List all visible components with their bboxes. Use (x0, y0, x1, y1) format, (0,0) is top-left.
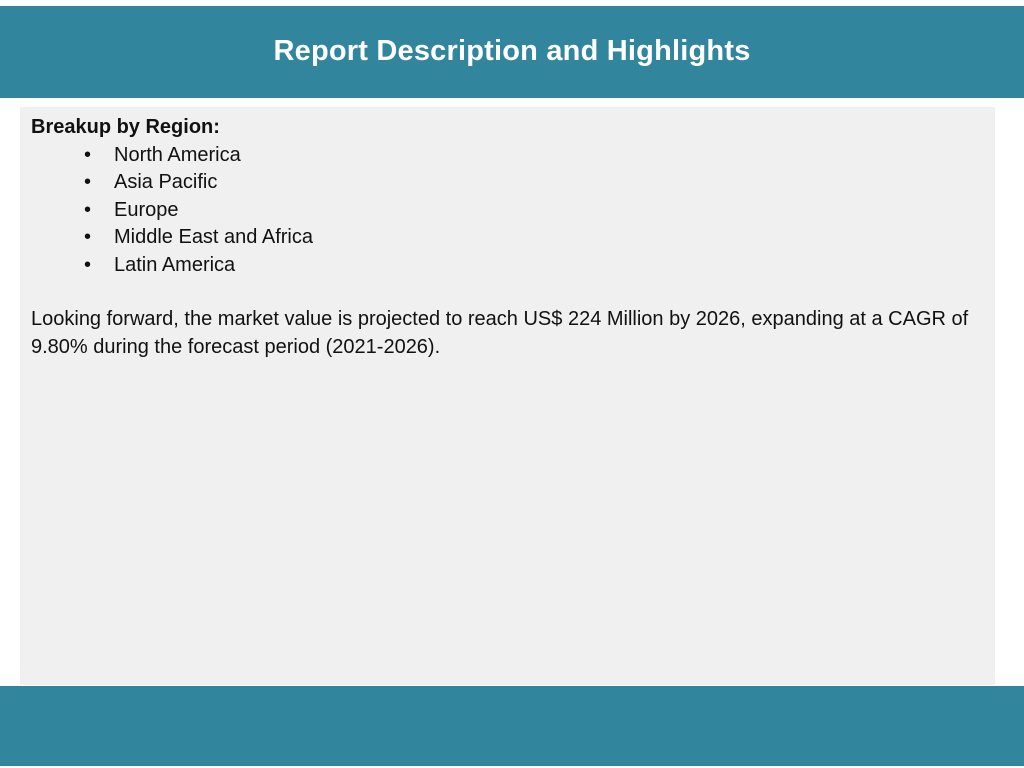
region-label: Latin America (114, 253, 236, 276)
region-label: Middle East and Africa (114, 226, 313, 248)
region-label: Europe (114, 198, 179, 221)
bullet-icon: • (84, 143, 92, 166)
region-label: Asia Pacific (114, 171, 218, 193)
page-title: Report Description and Highlights (273, 34, 751, 67)
list-item: • Asia Pacific (31, 169, 995, 197)
list-item: • North America (31, 142, 995, 170)
content-body: Breakup by Region: • North America • Asi… (20, 107, 995, 361)
section-heading: Breakup by Region: (31, 116, 220, 138)
bullet-icon: • (84, 198, 92, 221)
list-item: • Latin America (31, 252, 995, 280)
bullet-icon: • (84, 171, 92, 193)
footer-bar (0, 686, 1024, 766)
region-list: • North America • Asia Pacific • Europe … (31, 142, 995, 280)
content-panel: Breakup by Region: • North America • Asi… (20, 107, 995, 685)
region-label: North America (114, 143, 241, 166)
bullet-icon: • (84, 253, 92, 276)
bullet-icon: • (84, 226, 92, 248)
list-item: • Middle East and Africa (31, 224, 995, 252)
list-item: • Europe (31, 197, 995, 225)
slide: Report Description and Highlights Breaku… (0, 0, 1024, 768)
summary-text: Looking forward, the market value is pro… (31, 308, 969, 358)
header-bar: Report Description and Highlights (0, 6, 1024, 98)
